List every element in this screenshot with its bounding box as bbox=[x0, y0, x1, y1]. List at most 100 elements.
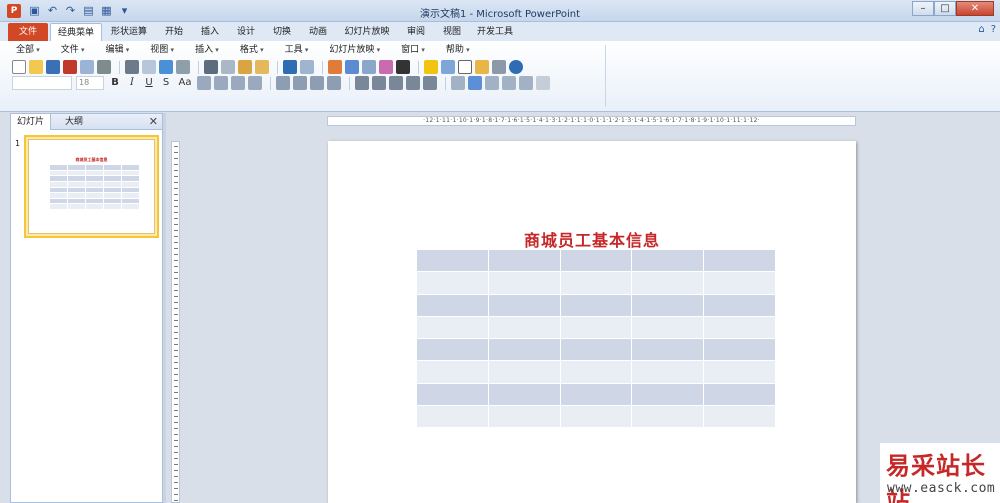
picture-icon[interactable] bbox=[362, 60, 376, 74]
increase-indent-icon[interactable] bbox=[423, 76, 437, 90]
slide-thumbnail[interactable]: 商城员工基本信息 bbox=[24, 135, 159, 238]
menu-help[interactable]: 帮助 bbox=[442, 43, 474, 57]
vertical-ruler[interactable] bbox=[171, 141, 180, 503]
menu-view[interactable]: 视图 bbox=[146, 43, 178, 57]
tab-slideshow[interactable]: 幻灯片放映 bbox=[338, 23, 396, 41]
tab-outline[interactable]: 大纲 bbox=[59, 114, 89, 130]
tab-home[interactable]: 开始 bbox=[158, 23, 190, 41]
table-cell[interactable] bbox=[122, 204, 139, 209]
table-cell[interactable] bbox=[50, 193, 67, 198]
zoom-icon[interactable] bbox=[492, 60, 506, 74]
font-name-select[interactable] bbox=[12, 76, 72, 90]
smartart-icon[interactable] bbox=[379, 60, 393, 74]
research-icon[interactable] bbox=[159, 60, 173, 74]
table-cell[interactable] bbox=[122, 198, 139, 204]
text-box-icon[interactable] bbox=[458, 60, 472, 74]
justify-icon[interactable] bbox=[248, 76, 262, 90]
quick-styles-icon[interactable] bbox=[468, 76, 482, 90]
table-cell[interactable] bbox=[417, 316, 488, 338]
table-cell[interactable] bbox=[122, 187, 139, 193]
table-cell[interactable] bbox=[488, 405, 560, 427]
redo-icon[interactable] bbox=[300, 60, 314, 74]
font-size-select[interactable]: 18 bbox=[76, 76, 104, 90]
menu-slideshow[interactable]: 幻灯片放映 bbox=[325, 43, 384, 57]
tab-transitions[interactable]: 切换 bbox=[266, 23, 298, 41]
table-cell[interactable] bbox=[560, 316, 632, 338]
table-cell[interactable] bbox=[560, 250, 632, 272]
table-cell[interactable] bbox=[104, 165, 121, 170]
table-cell[interactable] bbox=[68, 176, 85, 181]
table-cell[interactable] bbox=[50, 181, 67, 187]
table-cell[interactable] bbox=[104, 198, 121, 204]
spelling-icon[interactable] bbox=[142, 60, 156, 74]
close-button[interactable]: ✕ bbox=[956, 1, 994, 16]
tab-classic-menu[interactable]: 经典菜单 bbox=[50, 23, 102, 41]
table-cell[interactable] bbox=[68, 187, 85, 193]
textbox-icon[interactable] bbox=[396, 60, 410, 74]
table-cell[interactable] bbox=[560, 339, 632, 361]
table-cell[interactable] bbox=[632, 316, 704, 338]
table-cell[interactable] bbox=[86, 170, 103, 176]
minimize-button[interactable]: – bbox=[912, 1, 934, 16]
table-cell[interactable] bbox=[86, 193, 103, 198]
menu-edit[interactable]: 编辑 bbox=[102, 43, 134, 57]
shape-outline-icon[interactable] bbox=[502, 76, 516, 90]
table-cell[interactable] bbox=[86, 181, 103, 187]
tab-slides[interactable]: 幻灯片 bbox=[11, 114, 52, 130]
print-icon[interactable] bbox=[97, 60, 111, 74]
numbering-icon[interactable] bbox=[327, 76, 341, 90]
table-cell[interactable] bbox=[122, 170, 139, 176]
tab-file[interactable]: 文件 bbox=[8, 23, 48, 41]
change-case-button[interactable]: Aa bbox=[176, 76, 194, 90]
table-icon[interactable] bbox=[345, 60, 359, 74]
table-cell[interactable] bbox=[104, 193, 121, 198]
table-cell[interactable] bbox=[417, 361, 488, 383]
table-cell[interactable] bbox=[632, 405, 704, 427]
table-cell[interactable] bbox=[560, 383, 632, 405]
text-direction-icon[interactable] bbox=[293, 76, 307, 90]
table-cell[interactable] bbox=[104, 176, 121, 181]
table-cell[interactable] bbox=[417, 272, 488, 294]
table-cell[interactable] bbox=[488, 361, 560, 383]
table-cell[interactable] bbox=[104, 170, 121, 176]
bullets-icon[interactable] bbox=[310, 76, 324, 90]
folder-icon[interactable] bbox=[475, 60, 489, 74]
chart-icon[interactable] bbox=[328, 60, 342, 74]
table-cell[interactable] bbox=[104, 187, 121, 193]
thesaurus-icon[interactable] bbox=[176, 60, 190, 74]
tab-view[interactable]: 视图 bbox=[436, 23, 468, 41]
align-left-icon[interactable] bbox=[197, 76, 211, 90]
table-cell[interactable] bbox=[417, 250, 488, 272]
close-panel-icon[interactable]: ✕ bbox=[149, 115, 158, 128]
shadow-button[interactable]: S bbox=[159, 76, 173, 90]
format-painter-icon[interactable] bbox=[255, 60, 269, 74]
help-icon[interactable] bbox=[509, 60, 523, 74]
table-cell[interactable] bbox=[417, 383, 488, 405]
table-cell[interactable] bbox=[86, 187, 103, 193]
table-cell[interactable] bbox=[632, 294, 704, 316]
undo-icon[interactable] bbox=[283, 60, 297, 74]
table-cell[interactable] bbox=[632, 383, 704, 405]
table-cell[interactable] bbox=[488, 383, 560, 405]
tab-developer[interactable]: 开发工具 bbox=[472, 23, 518, 41]
animation-icon[interactable] bbox=[536, 76, 550, 90]
table-cell[interactable] bbox=[68, 198, 85, 204]
copy-icon[interactable] bbox=[221, 60, 235, 74]
table-cell[interactable] bbox=[104, 181, 121, 187]
shrink-font-icon[interactable] bbox=[389, 76, 403, 90]
table-cell[interactable] bbox=[560, 361, 632, 383]
slide-table[interactable] bbox=[417, 250, 775, 427]
table-cell[interactable] bbox=[632, 272, 704, 294]
table-cell[interactable] bbox=[104, 204, 121, 209]
table-cell[interactable] bbox=[488, 316, 560, 338]
align-right-icon[interactable] bbox=[231, 76, 245, 90]
tab-animations[interactable]: 动画 bbox=[302, 23, 334, 41]
table-cell[interactable] bbox=[86, 176, 103, 181]
table-cell[interactable] bbox=[68, 193, 85, 198]
table-cell[interactable] bbox=[68, 204, 85, 209]
table-cell[interactable] bbox=[122, 176, 139, 181]
table-cell[interactable] bbox=[704, 316, 775, 338]
table-cell[interactable] bbox=[704, 339, 775, 361]
table-cell[interactable] bbox=[704, 294, 775, 316]
grow-font-icon[interactable] bbox=[372, 76, 386, 90]
